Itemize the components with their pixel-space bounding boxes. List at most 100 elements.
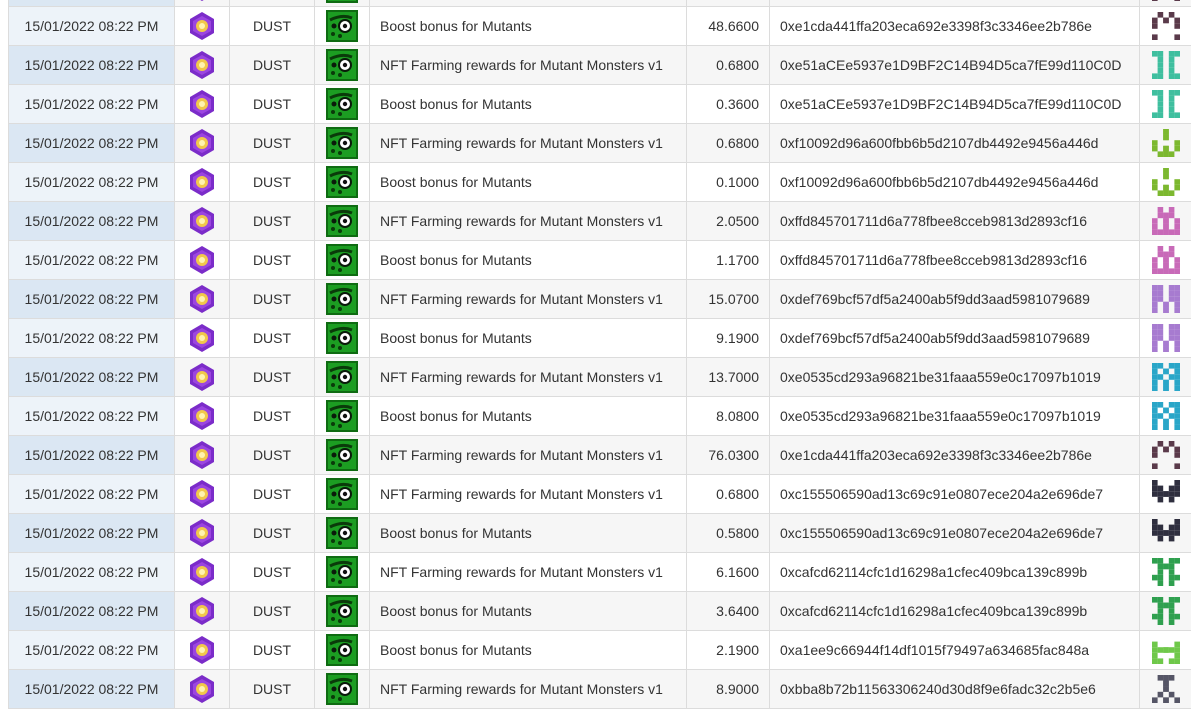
table-row: 15/01/2022 08:22 PM DUST NFT Farming rew… [8,435,1191,475]
identicon-block [1157,363,1163,369]
green-mutant-monster-icon[interactable] [326,517,358,549]
wallet-address-link[interactable]: 0xdef769bcf57df5a2400ab5f9dd3aad59810796… [769,279,1140,319]
green-mutant-monster-icon[interactable] [326,244,358,276]
identicon-block [1151,73,1158,79]
identicon-block [1168,229,1174,235]
green-mutant-monster-icon[interactable] [326,127,358,159]
token-symbol: DUST [229,123,315,163]
green-mutant-monster-icon[interactable] [326,634,358,666]
amount: 6.1600 [686,552,770,592]
green-mutant-monster-icon[interactable] [326,205,358,237]
identicon-block [1168,51,1174,57]
green-mutant-monster-icon[interactable] [326,478,358,510]
identicon-block [1162,407,1169,414]
green-mutant-monster-icon[interactable] [326,595,358,627]
description: NFT Farming rewards for Mutant Monsters … [369,552,687,592]
wallet-address-link[interactable]: 0xc155506590ad13c69c91e0807ece204a2e696d… [769,474,1140,514]
identicon-block [1162,17,1169,24]
identicon-block [1173,597,1180,603]
green-mutant-monster-icon[interactable] [326,439,358,471]
green-mutant-monster-icon[interactable] [326,322,358,354]
wallet-address-link[interactable]: 0xe0535cd293a96821be31faaa559e0c17097b10… [769,357,1140,397]
identicon-block [1157,285,1163,291]
identicon-block [1157,56,1163,63]
identicon-block [1162,675,1169,681]
identicon-block [1157,580,1163,586]
token-symbol: DUST [229,201,315,241]
wallet-address-link[interactable]: 0xe1cda441ffa203eca692e3398f3c3346ee2b78… [769,6,1140,46]
wallet-address-link[interactable]: 0xe1cda441ffa203eca692e3398f3c3346ee2b78… [769,435,1140,475]
amount: 0.6800 [686,45,770,85]
table-row: 15/01/2022 08:22 PM DUST NFT Farming rew… [8,552,1191,592]
green-mutant-monster-icon[interactable] [326,49,358,81]
green-mutant-monster-icon[interactable] [326,88,358,120]
identicon-block [1173,179,1180,185]
green-mutant-monster-icon[interactable] [326,673,358,705]
description: Boost bonus for Mutants [369,6,687,46]
table-row: 15/01/2022 08:22 PM DUST Bo [8,513,1191,553]
token-icon-cell [174,513,230,553]
wallet-address-link[interactable]: 0xcafcd62114cfc1d16298a1cfec409bca139c89… [769,591,1140,631]
wallet-address-link[interactable]: 0xdef769bcf57df5a2400ab5f9dd3aad59810796… [769,318,1140,358]
identicon-block [1151,485,1158,492]
identicon-block [1168,485,1174,492]
green-mutant-monster-icon[interactable] [326,166,358,198]
identicon-block [1151,424,1158,430]
wallet-address-link[interactable]: 0xe51aCEe5937e1D9BF2C14B94D5ca7fE99d110C… [769,45,1140,85]
wallet-address-link[interactable]: 0xcafcd62114cfc1d16298a1cfec409bca139c89… [769,552,1140,592]
green-mutant-monster-icon[interactable] [326,10,358,42]
identicon-cell [1139,591,1191,631]
identicon-block [1168,12,1174,18]
green-mutant-monster-icon[interactable] [326,556,358,588]
green-mutant-monster-icon[interactable] [326,361,358,393]
identicon-cell [1139,6,1191,46]
wallet-address-link[interactable]: 0xffd845701711d6a778fbee8cceb9813d2893cf… [769,240,1140,280]
token-symbol: DUST [229,552,315,592]
description: NFT Farming rewards for Mutant Monsters … [369,435,687,475]
identicon-block [1173,329,1180,336]
wallet-address-link[interactable]: 0xe0535cd293a96821be31faaa559e0c17097b10… [769,396,1140,436]
nft-icon-cell [314,435,370,475]
identicon-block [1173,485,1180,492]
identicon-block [1168,608,1174,614]
identicon-block [1151,296,1158,302]
identicon-block [1157,229,1163,235]
identicon-block [1168,613,1174,620]
identicon-block [1168,112,1174,118]
identicon-block [1151,23,1158,29]
wallet-address-link[interactable]: 0xf10092d96a600fbb6b5d2107db4492e9456a44… [769,162,1140,202]
nft-icon-cell [314,630,370,670]
identicon-block [1151,368,1158,375]
identicon-block [1157,613,1163,620]
green-mutant-monster-icon[interactable] [326,283,358,315]
identicon-block [1151,385,1158,391]
green-mutant-monster-icon[interactable] [326,0,358,3]
wallet-address-link[interactable]: 0xc155506590ad13c69c91e0807ece204a2e696d… [769,513,1140,553]
amount: 3.6400 [686,591,770,631]
nft-icon-cell [314,669,370,709]
nft-icon-cell [314,162,370,202]
identicon-block [1173,23,1180,29]
identicon-block [1151,140,1158,146]
table-row: 15/01/2022 08:22 PM DUST NFT Farming rew… [8,123,1191,163]
wallet-address-link[interactable]: 0xbba8b72b11563306240d30d8f9e6fadc32c2b5… [769,669,1140,709]
description: Boost bonus for Mutants [369,630,687,670]
identicon-block [1162,151,1169,157]
wallet-address-link[interactable]: 0xf10092d96a600fbb6b5d2107db4492e9456a44… [769,123,1140,163]
wallet-address-link[interactable]: 0xe51aCEe5937e1D9BF2C14B94D5ca7fE99d110C… [769,84,1140,124]
purple-hexagon-token-icon [190,480,214,508]
pattern-identicon [1151,129,1180,157]
token-icon-cell [174,318,230,358]
green-mutant-monster-icon[interactable] [326,400,358,432]
wallet-address-link[interactable]: 0xa1ee9c66944f14df1015f79497a634685fac84… [769,630,1140,670]
identicon-block [1157,675,1163,681]
identicon-block [1173,374,1180,380]
identicon-block [1173,558,1180,564]
identicon-block [1173,385,1180,391]
identicon-block [1173,17,1180,24]
identicon-block [1162,184,1169,191]
nft-icon-cell [314,591,370,631]
wallet-address-link[interactable]: 0xffd845701711d6a778fbee8cceb9813d2893cf… [769,201,1140,241]
identicon-block [1162,134,1169,141]
identicon-block [1151,641,1158,648]
